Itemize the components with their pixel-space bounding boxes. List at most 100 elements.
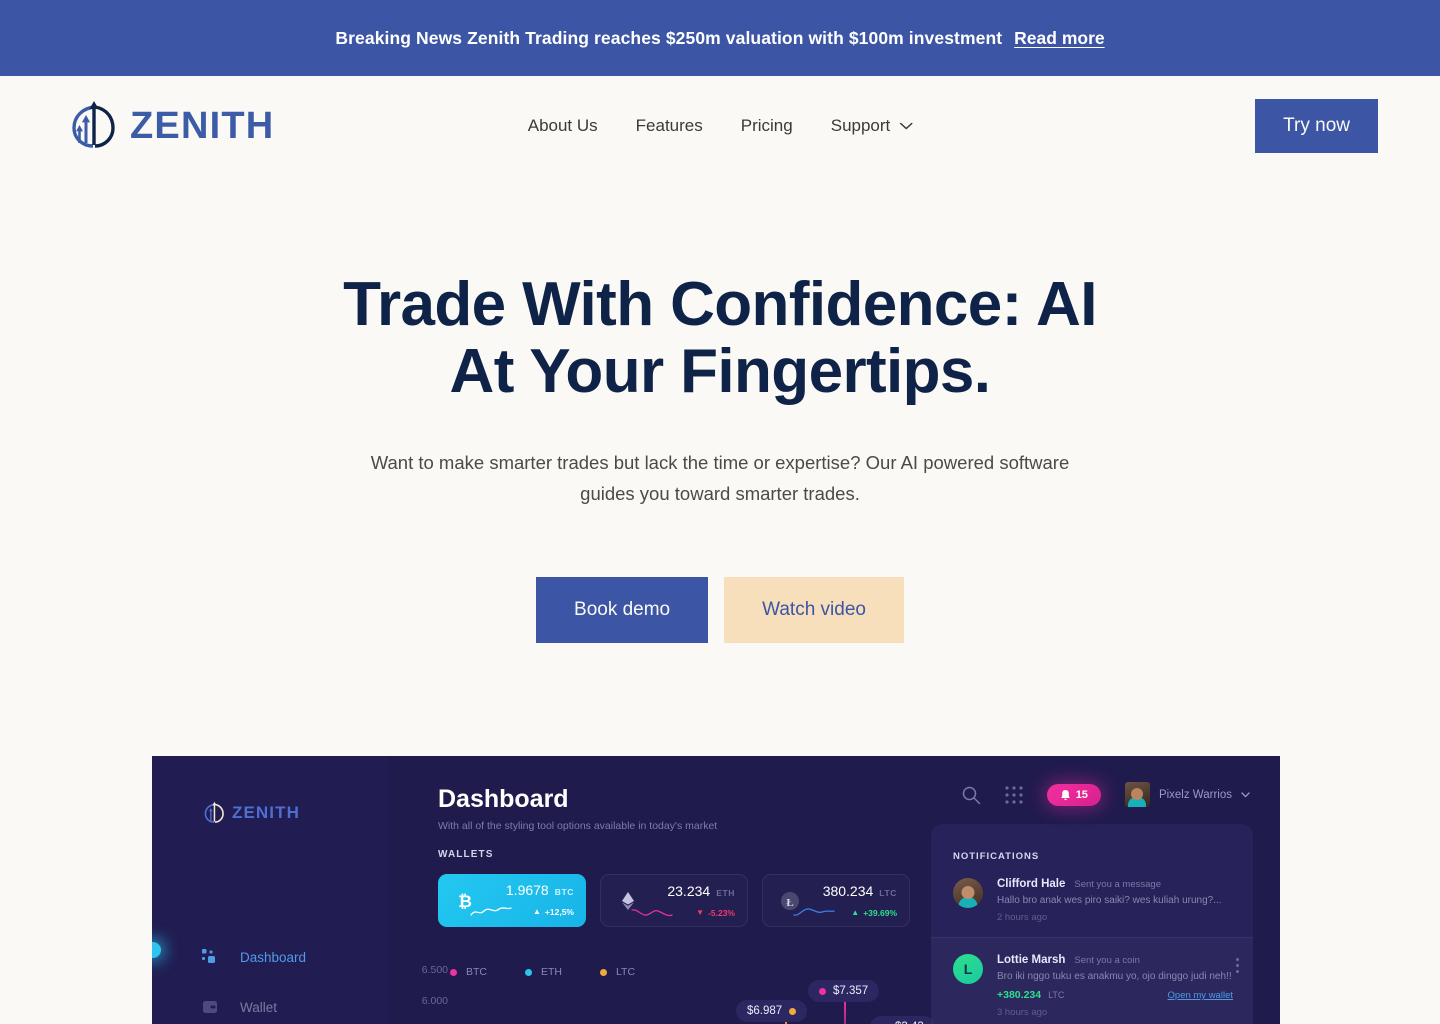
search-icon[interactable]	[961, 785, 981, 805]
dashboard-subtitle: With all of the styling tool options ava…	[438, 820, 718, 833]
brand-logo[interactable]: ZENITH	[62, 95, 274, 157]
chart-tooltips: $7.357 $6.987 $3.43	[718, 974, 948, 1024]
notification-message: Bro iki nggo tuku es anakmu yo, ojo ding…	[997, 971, 1232, 983]
dashboard-preview-image: ZENITH Dashboard Wallet Dashboard With a…	[152, 756, 1280, 1024]
sidebar-item-dashboard[interactable]: Dashboard	[202, 936, 382, 978]
wallets-section-label: WALLETS	[438, 849, 494, 861]
nav-label: Features	[635, 116, 703, 135]
hero-subtitle: Want to make smarter trades but lack the…	[370, 451, 1070, 504]
sidebar-item-wallet[interactable]: Wallet	[202, 986, 382, 1024]
y-axis-tick: 6.500	[421, 964, 448, 977]
page-title: Trade With Confidence: AI At Your Finger…	[0, 270, 1440, 406]
dashboard-main: Dashboard With all of the styling tool o…	[388, 756, 1280, 1024]
wallet-amount: 380.234	[822, 883, 874, 900]
tooltip-value: $6.987	[747, 1005, 783, 1018]
chart-y-axis: 6.500 6.000 5.500	[388, 964, 448, 1024]
user-name: Pixelz Warrios	[1158, 788, 1232, 801]
wallet-change: ▼ -5.23%	[696, 908, 735, 918]
watch-video-button[interactable]: Watch video	[724, 577, 904, 644]
legend-color-dot	[450, 968, 457, 976]
notification-time: 2 hours ago	[997, 912, 1048, 924]
trend-down-icon: ▼	[696, 907, 705, 917]
nav-label: About Us	[527, 116, 598, 135]
dashboard-title: Dashboard	[438, 785, 569, 814]
avatar: L	[953, 954, 983, 985]
read-more-link[interactable]: Read more	[1014, 28, 1104, 49]
wallet-change-value: +39.69%	[863, 907, 897, 918]
sparkline-chart	[631, 909, 673, 917]
notification-amount-symbol: LTC	[1048, 990, 1065, 1001]
trend-up-icon: ▲	[533, 906, 541, 916]
chevron-down-icon	[1241, 792, 1250, 798]
sparkline-chart	[793, 908, 835, 917]
user-menu[interactable]: Pixelz Warrios	[1124, 782, 1250, 808]
wallet-amount: 1.9678	[505, 882, 549, 899]
nav-item-pricing[interactable]: Pricing	[741, 116, 793, 136]
bell-icon	[1060, 789, 1070, 801]
wallet-change-value: +12,5%	[544, 906, 574, 917]
legend-item-eth: ETH	[525, 966, 562, 978]
tooltip-stem	[844, 1000, 846, 1024]
dashboard-sidebar: ZENITH Dashboard Wallet	[152, 756, 388, 1024]
zenith-logo-icon	[72, 101, 115, 148]
hero-title-line-2: At Your Fingertips.	[449, 336, 991, 406]
tooltip-value: $7.357	[833, 985, 869, 998]
wallet-symbol: ETH	[716, 888, 735, 899]
announcement-text: Breaking News Zenith Trading reaches $25…	[335, 27, 1003, 48]
tooltip-eth: $3.43	[870, 1016, 935, 1024]
wallet-change: ▲ +12,5%	[533, 907, 574, 917]
nav-label: Pricing	[740, 116, 793, 135]
more-options-icon[interactable]	[1236, 958, 1239, 974]
trend-up-icon: ▲	[851, 907, 860, 917]
avatar	[1124, 782, 1150, 808]
dashboard-brand-logo[interactable]: ZENITH	[200, 799, 300, 827]
nav-item-support[interactable]: Support	[831, 116, 913, 136]
main-navigation: About Us Features Pricing Support	[528, 116, 913, 136]
open-my-wallet-link[interactable]: Open my wallet	[1168, 990, 1233, 1001]
tooltip-color-dot	[789, 1007, 797, 1015]
notification-time: 3 hours ago	[997, 1007, 1048, 1019]
notifications-title: NOTIFICATIONS	[953, 851, 1040, 863]
legend-item-ltc: LTC	[600, 966, 635, 978]
notification-item[interactable]: L Lottie Marsh Sent you a coin Bro iki n…	[931, 937, 1253, 1024]
hero-title-line-1: Trade With Confidence: AI	[343, 270, 1097, 339]
notification-sender: Clifford Hale	[997, 878, 1066, 891]
nav-item-about-us[interactable]: About Us	[528, 116, 598, 136]
notification-badge[interactable]: 15	[1046, 783, 1101, 806]
legend-color-dot	[600, 968, 607, 976]
wallet-change: ▲ +39.69%	[851, 908, 897, 918]
dashboard-topbar: 15 Pixelz Warrios	[961, 782, 1250, 808]
dashboard-sidebar-nav: Dashboard Wallet	[202, 936, 382, 1024]
nav-label: Support	[830, 116, 891, 135]
sidebar-edge-indicator-dot	[152, 942, 161, 959]
nav-item-features[interactable]: Features	[636, 116, 703, 136]
brand-name: ZENITH	[130, 104, 275, 147]
notification-action: Sent you a message	[1074, 879, 1161, 891]
tooltip-ltc: $6.987	[736, 1000, 808, 1023]
sidebar-item-label: Wallet	[240, 999, 278, 1015]
sparkline-chart	[470, 907, 512, 916]
y-axis-tick: 6.000	[421, 995, 448, 1008]
price-chart: 6.500 6.000 5.500 BTC ETH LTC	[388, 956, 948, 1024]
notification-item[interactable]: Clifford Hale Sent you a message Hallo b…	[931, 862, 1253, 937]
legend-label: ETH	[541, 966, 562, 979]
wallet-amount: 23.234	[667, 883, 711, 900]
wallet-card-btc[interactable]: ₿ 1.9678 BTC ▲ +12,5%	[438, 874, 586, 928]
wallet-card-eth[interactable]: 23.234 ETH ▼ -5.23%	[600, 874, 748, 928]
notification-amount: +380.234	[997, 989, 1042, 1002]
legend-color-dot	[525, 968, 532, 976]
notification-count: 15	[1075, 788, 1088, 801]
wallet-card-ltc[interactable]: Ł 380.234 LTC ▲ +39.69%	[762, 874, 910, 928]
book-demo-button[interactable]: Book demo	[536, 577, 709, 644]
tooltip-btc: $7.357	[808, 980, 880, 1003]
legend-label: BTC	[466, 966, 487, 979]
grid-apps-icon[interactable]	[1005, 786, 1023, 804]
tooltip-color-dot	[819, 987, 826, 995]
avatar	[953, 878, 983, 909]
hero-cta-group: Book demo Watch video	[0, 577, 1440, 644]
wallet-icon	[203, 1001, 217, 1014]
wallet-symbol: BTC	[554, 887, 574, 898]
try-now-button[interactable]: Try now	[1255, 99, 1378, 153]
notification-message: Hallo bro anak wes piro saiki? wes kulia…	[997, 895, 1222, 907]
site-header: ZENITH About Us Features Pricing Support…	[0, 76, 1440, 176]
